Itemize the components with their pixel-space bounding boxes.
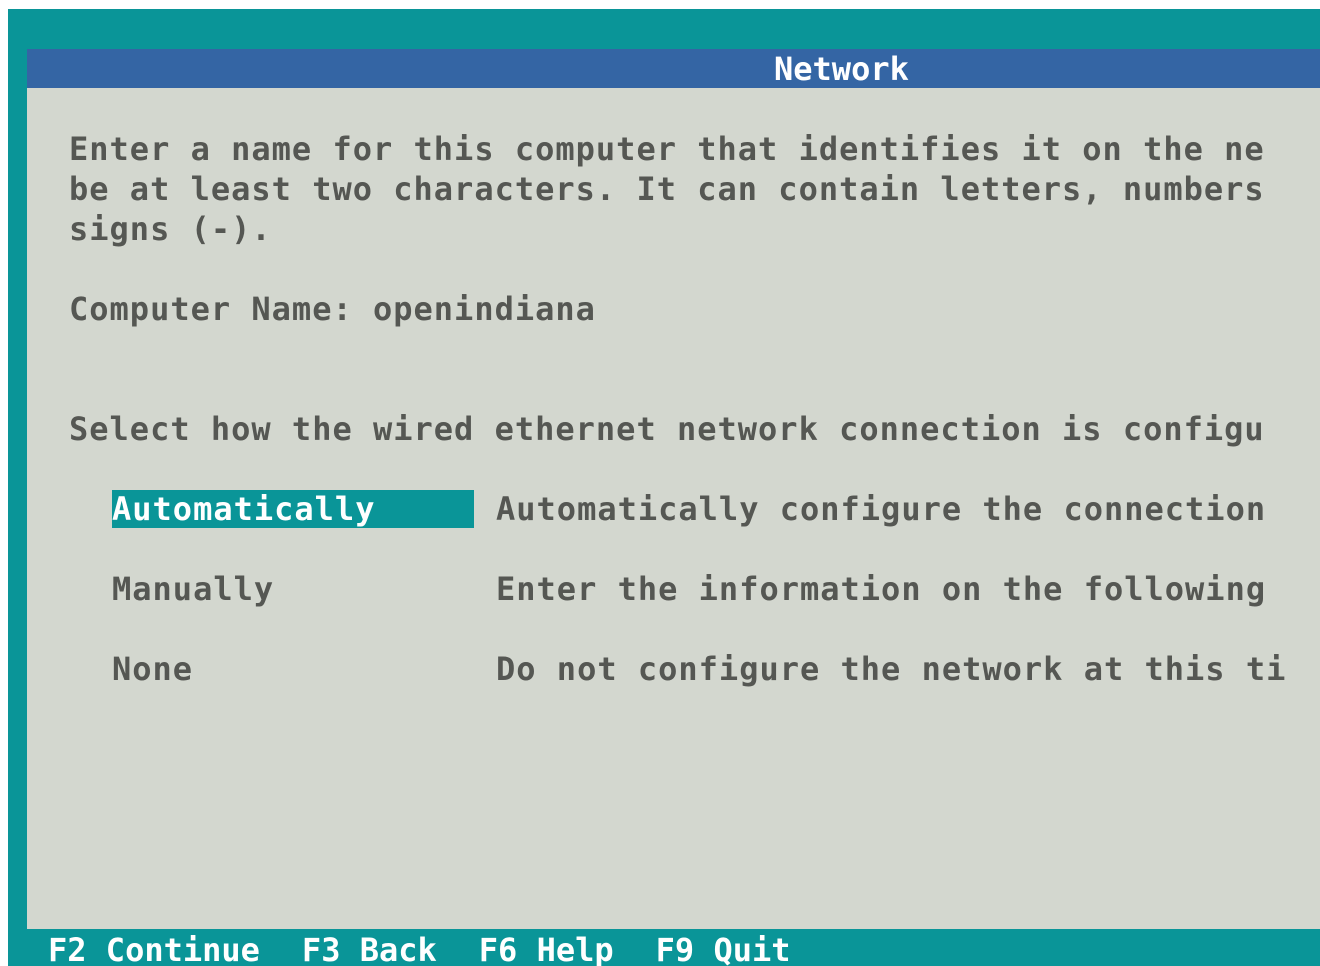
option-automatically[interactable]: Automatically [112, 489, 375, 529]
f6-help-key[interactable]: F6 Help [479, 931, 614, 966]
window-title-bar: Network [27, 49, 1320, 88]
installer-screen: Network Enter a name for this computer t… [8, 9, 1320, 966]
window-title: Network [774, 50, 909, 88]
option-none[interactable]: None [112, 649, 193, 689]
intro-line-2: be at least two characters. It can conta… [69, 170, 1265, 208]
option-none-description: Do not configure the network at this ti [496, 650, 1287, 688]
f2-continue-key[interactable]: F2 Continue [48, 931, 260, 966]
intro-line-3: signs (-). [69, 210, 272, 248]
intro-text: Enter a name for this computer that iden… [69, 129, 1265, 249]
computer-name-row: Computer Name: openindiana [69, 289, 596, 329]
computer-name-label: Computer Name: [69, 290, 353, 328]
intro-line-1: Enter a name for this computer that iden… [69, 130, 1265, 168]
f9-quit-key[interactable]: F9 Quit [656, 931, 791, 966]
f3-back-key[interactable]: F3 Back [302, 931, 437, 966]
function-key-bar: F2 Continue F3 Back F6 Help F9 Quit [48, 930, 833, 966]
network-config-prompt: Select how the wired ethernet network co… [69, 410, 1265, 448]
network-panel: Enter a name for this computer that iden… [27, 88, 1320, 929]
option-automatically-description: Automatically configure the connection [496, 490, 1267, 528]
option-manually[interactable]: Manually [112, 569, 274, 609]
computer-name-field[interactable]: openindiana [373, 290, 596, 328]
option-manually-description: Enter the information on the following [496, 570, 1267, 608]
